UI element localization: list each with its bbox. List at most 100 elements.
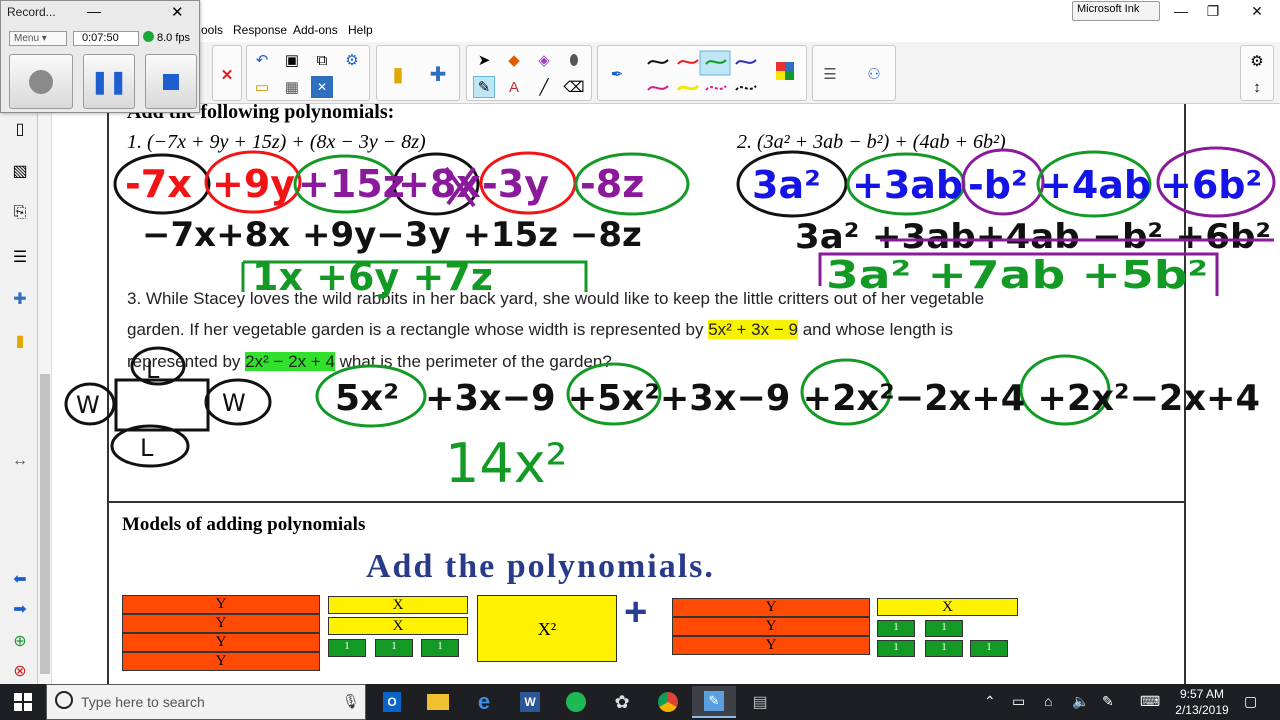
plus-sign: + — [624, 590, 648, 634]
microphone-icon[interactable]: 🎙 — [342, 693, 360, 710]
word-app-icon[interactable]: W — [508, 686, 552, 718]
pen-workspace-icon[interactable]: ✎ — [1102, 693, 1114, 710]
shapes-icon[interactable]: ◆ — [503, 49, 525, 71]
models-heading: Models of adding polynomials — [122, 514, 366, 535]
taskbar-search[interactable]: Type here to search 🎙 — [46, 684, 366, 720]
text-tool-icon[interactable]: A — [503, 76, 525, 98]
outlook-app-icon[interactable]: O — [370, 686, 414, 718]
close-button[interactable]: ✕ — [1242, 2, 1272, 20]
pen-style-icon[interactable]: ✒ — [606, 63, 628, 85]
vertical-scrollbar[interactable] — [38, 104, 52, 684]
highlighter-eraser-icon[interactable]: ⌫ — [563, 76, 585, 98]
previous-page-icon[interactable]: ⬅ — [9, 568, 31, 590]
edge-app-icon[interactable]: e — [462, 686, 506, 718]
unit-tile: 1 — [925, 640, 963, 657]
unit-tile: 1 — [877, 620, 915, 637]
menu-addons[interactable]: Add-ons — [293, 23, 338, 37]
gallery-tab-icon[interactable]: ▧ — [9, 160, 31, 182]
windows-logo-icon — [14, 693, 32, 711]
next-page-icon[interactable]: ➡ — [9, 598, 31, 620]
pen-color-swatches[interactable] — [644, 50, 804, 102]
smart-notebook-app-icon[interactable]: ✎ — [692, 686, 736, 718]
battery-icon[interactable]: ▭ — [1012, 693, 1025, 710]
properties-icon[interactable]: ⚇ — [863, 63, 885, 85]
select-pointer-icon[interactable]: ➤ — [473, 49, 495, 71]
spotify-app-icon[interactable] — [554, 686, 598, 718]
addons-tab-icon[interactable]: ✚ — [9, 288, 31, 310]
scrollbar-thumb[interactable] — [40, 374, 50, 674]
pen-icon[interactable]: ✎ — [473, 76, 495, 98]
insert-page-icon[interactable]: ▭ — [251, 76, 273, 98]
unit-tile: 1 — [970, 640, 1008, 657]
unit-tile: 1 — [877, 640, 915, 657]
recorder-title: Record... — [7, 5, 56, 19]
section-divider — [107, 501, 1186, 503]
gallery-icon[interactable]: ▮ — [387, 63, 409, 86]
problem-3-text: represented by — [127, 352, 246, 371]
stop-button[interactable] — [145, 54, 197, 109]
y-tile: Y — [122, 614, 320, 633]
recorder-close-icon[interactable]: ✕ — [171, 3, 184, 21]
page-sorter-icon[interactable]: ▯ — [9, 118, 31, 140]
chrome-app-icon[interactable] — [646, 686, 690, 718]
menu-help[interactable]: Help — [348, 23, 373, 37]
lesson-activity-icon[interactable]: ▮ — [9, 330, 31, 352]
delete-icon[interactable]: ✕ — [216, 64, 238, 86]
screen-capture-icon[interactable]: ⧉ — [311, 49, 333, 71]
table-icon[interactable]: ▦ — [281, 76, 303, 98]
unit-tile: 1 — [328, 639, 366, 657]
network-icon[interactable]: ⌂ — [1044, 693, 1052, 709]
problem-3-text: what is the perimeter of the garden? — [334, 352, 612, 371]
menu-response[interactable]: Response — [233, 23, 287, 37]
file-explorer-app-icon[interactable] — [416, 686, 460, 718]
stop-icon — [163, 73, 179, 90]
problem-2: 2. (3a² + 3ab − b²) + (4ab + 6b²) — [737, 131, 1006, 153]
menu-tools[interactable]: ools — [201, 23, 223, 37]
resize-sidebar-icon[interactable]: ↔ — [9, 450, 31, 472]
show-hidden-icons[interactable]: ⌃ — [984, 693, 996, 710]
paint-app-icon[interactable]: ✿ — [600, 686, 644, 718]
camera-icon[interactable]: ▣ — [281, 49, 303, 71]
problem-3-text: garden. If her vegetable garden is a rec… — [127, 320, 709, 339]
record-button[interactable] — [9, 54, 73, 109]
eraser-icon[interactable]: ◈ — [533, 49, 555, 71]
recorder-fps-value: 8.0 fps — [157, 32, 191, 44]
settings-gear-icon[interactable]: ⚙ — [1246, 50, 1268, 72]
y-tile: Y — [672, 598, 870, 617]
properties-tab-icon[interactable]: ☰ — [9, 246, 31, 268]
attachments-icon[interactable]: ⎘ — [9, 202, 31, 224]
add-page-icon[interactable]: ⊕ — [9, 630, 31, 652]
move-toolbar-icon[interactable]: ↕ — [1246, 76, 1268, 98]
x-squared-tile: X² — [477, 595, 617, 662]
restore-button[interactable]: ❐ — [1198, 2, 1228, 20]
taskbar-clock[interactable]: 9:57 AM 2/13/2019 — [1170, 686, 1234, 718]
close-page-icon[interactable]: ✕ — [311, 76, 333, 98]
pause-icon: ❚❚ — [90, 68, 128, 94]
x-tile: X — [328, 617, 468, 635]
recorder-app-icon[interactable]: ▤ — [738, 686, 782, 718]
y-tile: Y — [122, 633, 320, 652]
volume-icon[interactable]: 🔈 — [1072, 693, 1089, 710]
recording-status-icon — [143, 31, 154, 42]
minimize-button[interactable]: — — [1166, 2, 1196, 20]
length-expression: 2x² − 2x + 4 — [245, 352, 335, 371]
link-icon[interactable]: ⚙ — [341, 49, 363, 71]
unit-tile: 1 — [421, 639, 459, 657]
problem-3-line-1: 3. While Stacey loves the wild rabbits i… — [127, 289, 985, 308]
line-tool-icon[interactable]: ╱ — [533, 76, 555, 98]
recorder-menu-dropdown[interactable]: Menu ▾ — [9, 31, 67, 46]
microsoft-ink-button[interactable]: Microsoft Ink — [1072, 1, 1160, 21]
y-tile: Y — [672, 617, 870, 636]
recorder-minimize-icon[interactable]: — — [87, 3, 101, 19]
action-center-icon[interactable]: ▢ — [1244, 693, 1257, 710]
delete-page-icon[interactable]: ⊗ — [9, 660, 31, 682]
undo-icon[interactable]: ↶ — [251, 49, 273, 71]
start-button[interactable] — [0, 684, 46, 720]
pause-button[interactable]: ❚❚ — [83, 54, 135, 109]
fill-icon[interactable]: ⬮ — [563, 49, 585, 71]
unit-tile: 1 — [375, 639, 413, 657]
y-tile: Y — [122, 595, 320, 614]
addons-puzzle-icon[interactable]: ✚ — [427, 63, 449, 86]
line-width-icon[interactable]: ☰ — [819, 63, 841, 85]
keyboard-icon[interactable]: ⌨ — [1140, 693, 1160, 710]
